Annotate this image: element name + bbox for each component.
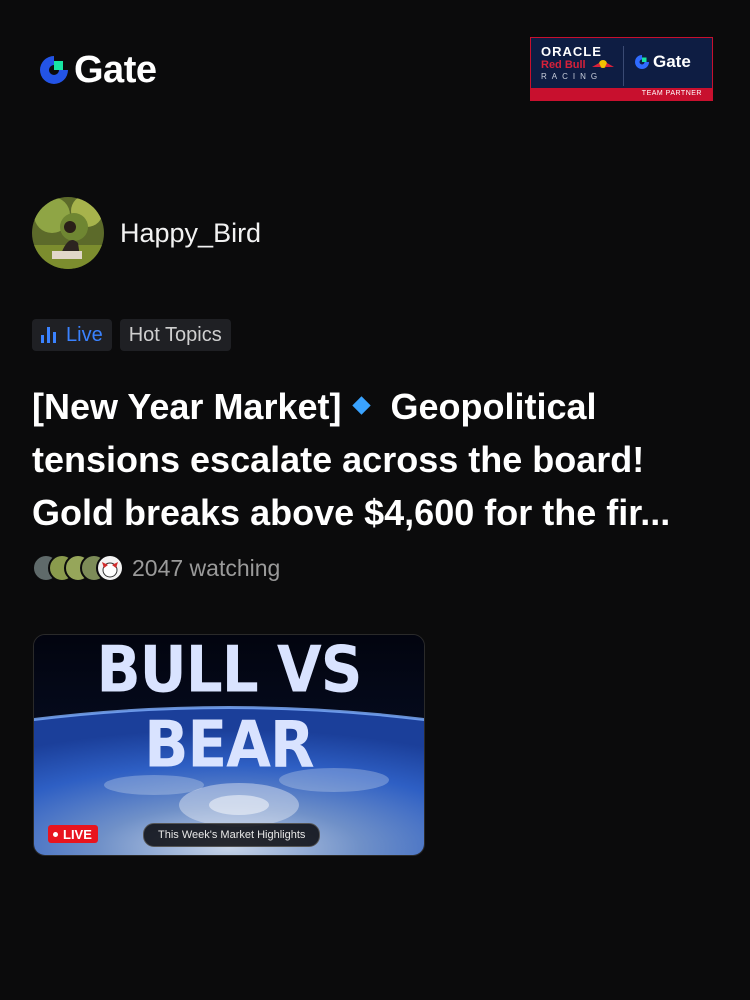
author-avatar[interactable] [32, 197, 104, 269]
live-bars-icon [41, 327, 56, 343]
redbull-text: Red Bull [541, 59, 586, 71]
author-name[interactable]: Happy_Bird [120, 218, 261, 249]
partner-gate-text: Gate [653, 52, 691, 71]
oracle-text: ORACLE [541, 44, 602, 59]
racing-text: RACING [541, 72, 603, 81]
author-row[interactable]: Happy_Bird [32, 197, 261, 269]
avatar-image [32, 197, 104, 269]
partner-badge: ORACLE Red Bull RACING Gate TEAM PARTNER [530, 37, 713, 101]
partner-divider [623, 46, 624, 86]
live-dot-icon [53, 831, 58, 837]
watcher-avatars [32, 554, 124, 582]
thumbnail-headline: BULL VS BEAR [96, 634, 362, 782]
blue-diamond-icon [352, 396, 372, 415]
tag-row: Live Hot Topics [32, 319, 231, 351]
team-partner-strip: TEAM PARTNER [531, 88, 712, 100]
watchers-row: 2047 watching [32, 554, 280, 582]
post-title-part1: [New Year Market] [32, 386, 342, 427]
post-title[interactable]: [New Year Market] Geopolitical tensions e… [32, 380, 722, 539]
live-tag[interactable]: Live [32, 319, 112, 351]
thumbnail-caption: This Week's Market Highlights [143, 823, 321, 847]
live-badge-label: LIVE [63, 826, 92, 842]
hot-topics-tag[interactable]: Hot Topics [119, 319, 231, 351]
gate-logo-icon [635, 55, 649, 69]
live-badge: LIVE [48, 825, 98, 843]
red-bull-icon [592, 60, 614, 68]
watching-count: 2047 watching [132, 554, 281, 581]
hot-topics-label: Hot Topics [128, 323, 222, 346]
live-thumbnail[interactable]: BULL VS BEAR LIVE This Week's Market Hig… [33, 634, 425, 856]
watcher-avatar [96, 554, 124, 582]
gate-logo-icon [40, 56, 68, 84]
gate-logo[interactable]: Gate [36, 49, 157, 91]
live-tag-label: Live [66, 323, 103, 346]
partner-gate-logo: Gate [633, 52, 691, 72]
gate-logo-text: Gate [74, 49, 157, 91]
